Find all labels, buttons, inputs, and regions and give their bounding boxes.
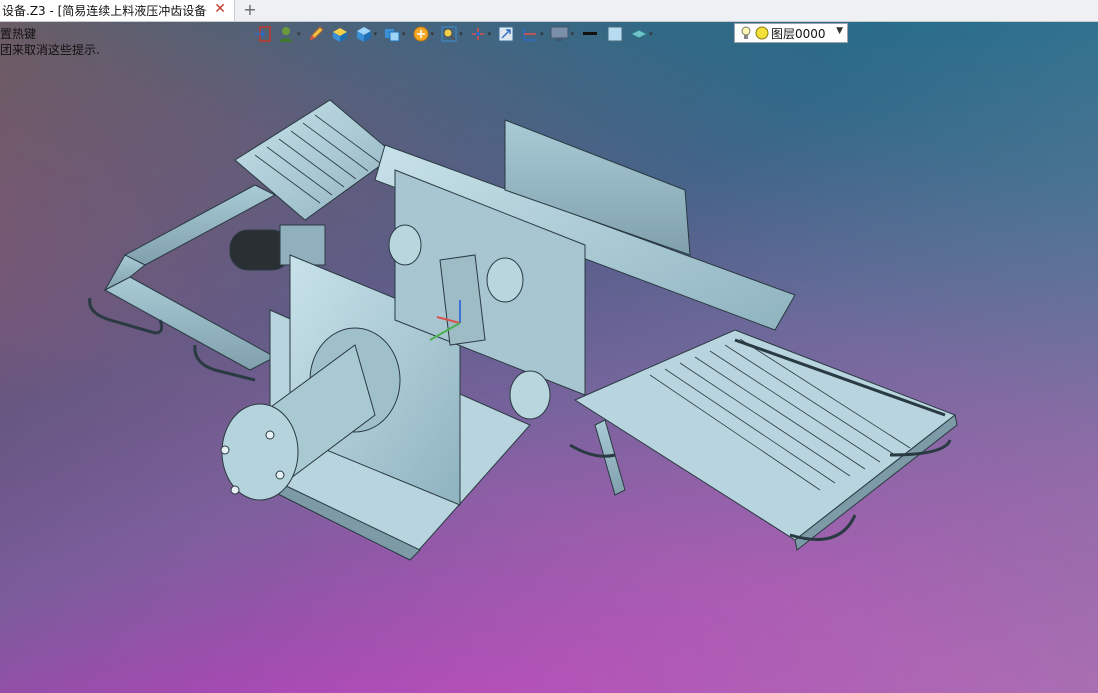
display-icon xyxy=(550,26,569,41)
color-button[interactable] xyxy=(606,23,624,45)
hint-line-1: 置热键 xyxy=(0,27,37,41)
section-icon xyxy=(523,28,537,41)
view-cube-button[interactable]: ▾ xyxy=(383,23,406,45)
chevron-down-icon: ▾ xyxy=(430,30,435,38)
cube-icon xyxy=(356,27,371,42)
layer-color-icon xyxy=(755,26,769,40)
roller-2 xyxy=(509,370,551,420)
cylinder-end xyxy=(221,403,299,501)
line-style-button[interactable] xyxy=(580,23,600,45)
cube-button[interactable]: ▾ xyxy=(355,23,378,45)
chevron-down-icon: ▾ xyxy=(487,30,492,38)
chevron-down-icon: ▾ xyxy=(373,30,378,38)
chevron-down-icon: ▾ xyxy=(459,30,463,38)
right-tray xyxy=(573,329,957,541)
fit-icon xyxy=(498,26,514,42)
pen-icon xyxy=(308,26,324,41)
section-button[interactable]: ▾ xyxy=(521,23,544,45)
zoom-button[interactable]: ▾ xyxy=(440,23,463,45)
cad-model-viewport[interactable] xyxy=(85,95,965,565)
close-icon[interactable]: ✕ xyxy=(214,1,226,17)
roller-1 xyxy=(486,257,524,303)
axis-button[interactable]: ▾ xyxy=(469,23,492,45)
view-cube-icon xyxy=(385,29,400,42)
display-button[interactable]: ▾ xyxy=(550,23,575,45)
user-icon xyxy=(280,27,292,42)
box-yellow-icon xyxy=(332,28,347,42)
view-toolbar: ▾ ▾ ▾ ▾ ▾ ▾ ▾ ▾ ▾ xyxy=(254,22,659,46)
add-tab-button[interactable]: + xyxy=(242,0,258,21)
zoom-icon xyxy=(441,26,457,42)
layer-value: 图层0000 xyxy=(771,26,826,41)
bulb-icon xyxy=(741,26,751,39)
layer-stack-button[interactable]: ▾ xyxy=(630,23,653,45)
exit-button[interactable] xyxy=(254,23,272,45)
chevron-down-icon: ▾ xyxy=(297,30,301,38)
fit-button[interactable] xyxy=(497,23,515,45)
chevron-down-icon: ▾ xyxy=(540,30,544,38)
document-tab-title: 设备.Z3 - [简易连续上料液压冲齿设备] xyxy=(2,4,207,18)
axis-icon xyxy=(471,28,484,40)
render-button[interactable]: ▾ xyxy=(412,23,435,45)
layer-stack-icon xyxy=(630,29,649,39)
gearbox xyxy=(279,224,326,266)
chevron-down-icon: ▼ xyxy=(836,26,843,36)
document-tab[interactable]: 设备.Z3 - [简易连续上料液压冲齿设备] ✕ xyxy=(0,0,235,21)
chevron-down-icon: ▾ xyxy=(402,30,406,38)
left-frame-bottom xyxy=(103,276,277,371)
hint-line-2: 团来取消这些提示. xyxy=(0,43,100,57)
user-button[interactable]: ▾ xyxy=(278,23,301,45)
line-style-icon xyxy=(583,32,598,35)
color-icon xyxy=(607,26,623,42)
roller-3 xyxy=(388,224,422,266)
support-leg xyxy=(594,419,626,496)
exit-icon xyxy=(255,26,271,42)
chevron-down-icon: ▾ xyxy=(649,30,653,38)
render-icon xyxy=(413,26,429,42)
pen-button[interactable] xyxy=(307,23,325,45)
document-tab-strip: 设备.Z3 - [简易连续上料液压冲齿设备] ✕ + xyxy=(0,0,1098,22)
layer-dropdown[interactable]: 图层0000 ▼ xyxy=(734,23,848,43)
chevron-down-icon: ▾ xyxy=(570,30,575,38)
box-button[interactable] xyxy=(331,23,349,45)
